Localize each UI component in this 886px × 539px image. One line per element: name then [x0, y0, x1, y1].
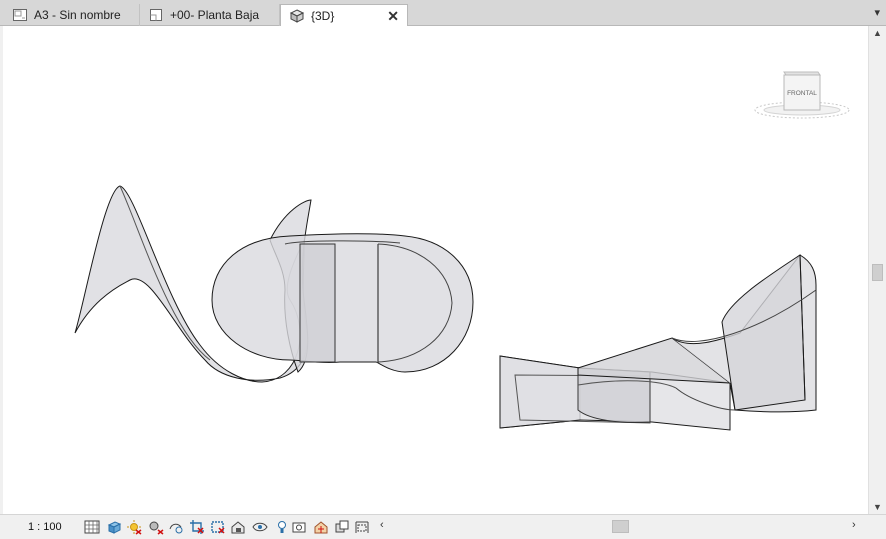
tab-3d-view[interactable]: {3D} ✕: [280, 4, 408, 27]
tab-a3-sheet[interactable]: A3 - Sin nombre: [4, 4, 140, 26]
sheet-icon: [13, 9, 27, 21]
unlock-3d-view-icon[interactable]: [230, 519, 246, 535]
detail-level-icon[interactable]: [84, 519, 100, 535]
sun-path-icon[interactable]: [126, 519, 142, 535]
scroll-down-icon[interactable]: ▼: [873, 502, 882, 512]
viewcube-face-label: FRONTAL: [787, 90, 817, 97]
vertical-scroll-thumb[interactable]: [872, 264, 883, 281]
prismatic-mass: [499, 254, 817, 431]
vertical-scrollbar[interactable]: ▲ ▼: [868, 26, 886, 514]
view-scale[interactable]: 1 : 100: [28, 521, 62, 533]
shadows-icon[interactable]: [148, 519, 164, 535]
tab-label: {3D}: [311, 9, 335, 23]
reveal-hidden-icon[interactable]: [274, 519, 290, 535]
tab-label: A3 - Sin nombre: [34, 8, 121, 22]
3d-view-icon: [289, 9, 305, 23]
reveal-constraints-icon[interactable]: [354, 519, 370, 535]
tab-planta-baja[interactable]: +00- Planta Baja: [140, 4, 280, 26]
circular-mass: [211, 233, 474, 373]
horizontal-scroll-thumb[interactable]: [612, 520, 629, 533]
model-geometry: FRONTAL: [74, 71, 850, 431]
temporary-view-properties-icon[interactable]: [292, 519, 308, 535]
show-analytical-model-icon[interactable]: [313, 519, 329, 535]
crop-view-icon[interactable]: [189, 519, 205, 535]
temporary-hide-icon[interactable]: [252, 519, 268, 535]
tab-label: +00- Planta Baja: [170, 8, 260, 22]
show-rendering-icon[interactable]: [168, 519, 184, 535]
floor-plan-icon: [150, 9, 162, 21]
view-tab-bar: A3 - Sin nombre +00- Planta Baja {3D} ✕ …: [0, 0, 886, 27]
scroll-right-icon[interactable]: ›: [852, 519, 856, 531]
show-crop-icon[interactable]: [210, 519, 226, 535]
viewcube[interactable]: FRONTAL: [754, 71, 850, 119]
scroll-up-icon[interactable]: ▲: [873, 28, 882, 38]
tabs-menu-chevron-icon[interactable]: ▾: [874, 6, 880, 19]
visual-style-icon[interactable]: [106, 519, 122, 535]
close-tab-icon[interactable]: ✕: [387, 8, 399, 25]
3d-viewport[interactable]: FRONTAL: [3, 26, 865, 514]
scroll-left-icon[interactable]: ‹: [380, 519, 384, 531]
highlight-displacement-icon[interactable]: [334, 519, 350, 535]
view-control-bar: 1 : 100 ‹ ›: [0, 514, 886, 539]
